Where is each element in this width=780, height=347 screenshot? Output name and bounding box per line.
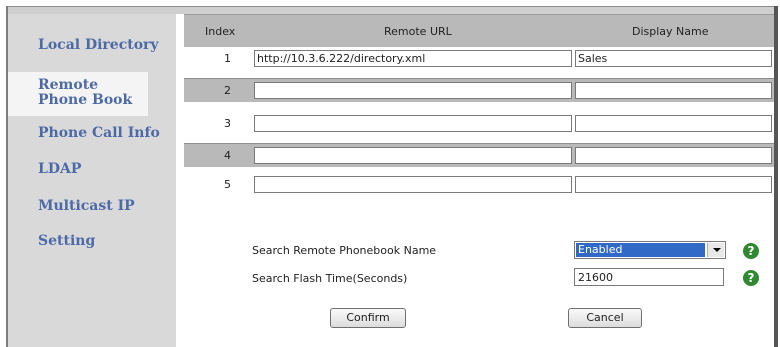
table-header: Index Remote URL Display Name: [184, 14, 774, 47]
search-remote-phonebook-name-select[interactable]: Enabled: [574, 241, 726, 259]
select-value: Enabled: [576, 243, 705, 257]
remote-url-input[interactable]: [254, 50, 572, 67]
help-icon[interactable]: ?: [743, 270, 759, 286]
header-remote-url: Remote URL: [384, 25, 452, 38]
row-index: 5: [224, 178, 231, 191]
help-icon[interactable]: ?: [743, 243, 759, 259]
remote-url-input[interactable]: [254, 82, 572, 99]
table-row: 2: [184, 78, 774, 102]
table-row: 3: [184, 112, 774, 136]
sidebar-item-local-directory[interactable]: Local Directory: [8, 38, 176, 58]
table-row: 5: [184, 173, 774, 197]
header-display-name: Display Name: [632, 25, 709, 38]
remote-url-input[interactable]: [254, 147, 572, 164]
search-flash-time-input[interactable]: [574, 268, 724, 286]
sidebar-item-remote-phone-book[interactable]: Remote Phone Book: [8, 72, 148, 116]
remote-url-input[interactable]: [254, 115, 572, 132]
table-row: 4: [184, 143, 774, 167]
display-name-input[interactable]: [575, 50, 772, 67]
remote-url-input[interactable]: [254, 176, 572, 193]
main-panel: Index Remote URL Display Name 1 2 3 4 5 …: [176, 14, 774, 347]
header-index: Index: [205, 25, 236, 38]
row-index: 4: [224, 149, 231, 162]
sidebar-item-setting[interactable]: Setting: [8, 234, 176, 254]
sidebar-item-phone-call-info[interactable]: Phone Call Info: [8, 126, 176, 146]
row-index: 1: [224, 52, 231, 65]
confirm-button[interactable]: Confirm: [330, 308, 406, 328]
display-name-input[interactable]: [575, 147, 772, 164]
display-name-input[interactable]: [575, 115, 772, 132]
sidebar-item-multicast-ip[interactable]: Multicast IP: [8, 199, 176, 219]
sidebar-nav: Local Directory Remote Phone Book Phone …: [8, 14, 176, 347]
row-index: 2: [224, 84, 231, 97]
frame-top-border: [6, 6, 774, 14]
search-remote-phonebook-name-label: Search Remote Phonebook Name: [252, 244, 437, 257]
table-row: 1: [184, 47, 774, 71]
chevron-down-icon[interactable]: [707, 243, 724, 257]
display-name-input[interactable]: [575, 82, 772, 99]
row-index: 3: [224, 117, 231, 130]
display-name-input[interactable]: [575, 176, 772, 193]
search-flash-time-label: Search Flash Time(Seconds): [252, 272, 408, 285]
frame-right-border: [774, 6, 778, 347]
sidebar-item-ldap[interactable]: LDAP: [8, 162, 176, 182]
cancel-button[interactable]: Cancel: [568, 308, 642, 328]
